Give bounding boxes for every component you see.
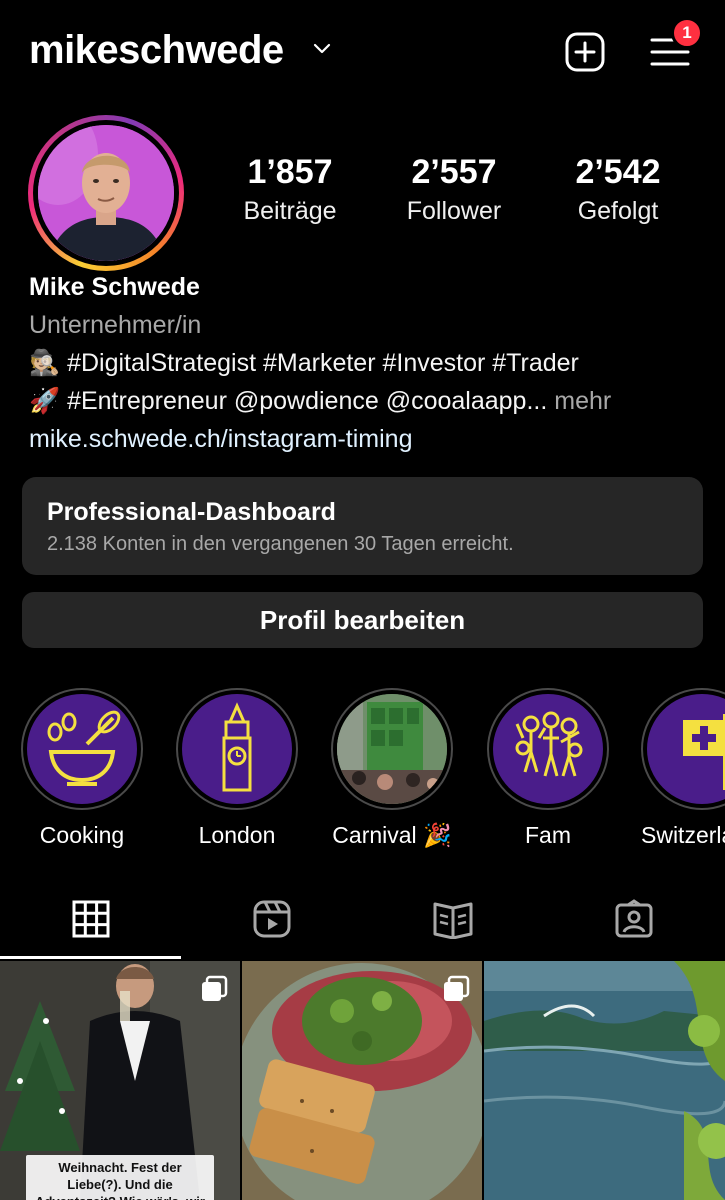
avatar xyxy=(38,125,174,261)
tab-grid[interactable] xyxy=(0,880,181,958)
carnival-photo xyxy=(337,694,447,804)
display-name: Mike Schwede xyxy=(29,273,200,301)
bio-line: 🚀 #Entrepreneur @powdience @cooalaapp...… xyxy=(29,382,719,420)
stat-value: 1’857 xyxy=(247,153,333,191)
highlight-switzerland[interactable]: Switzerla xyxy=(641,688,725,849)
stat-label: Beiträge xyxy=(243,197,337,225)
bio-line: 🕵🏼 #DigitalStrategist #Marketer #Investo… xyxy=(29,349,579,377)
post-caption: Weihnacht. Fest der Liebe(?). Und die Ad… xyxy=(26,1155,214,1200)
stat-value: 2’557 xyxy=(411,153,497,191)
professional-dashboard-card[interactable]: Professional-Dashboard 2.138 Konten in d… xyxy=(22,477,703,575)
grid-icon xyxy=(72,900,109,938)
account-username[interactable]: mikeschwede xyxy=(29,28,284,73)
profile-link[interactable]: mike.schwede.ch/instagram-timing xyxy=(29,420,719,458)
new-post-icon[interactable] xyxy=(563,30,607,74)
top-bar: mikeschwede 1 xyxy=(0,0,725,100)
stat-label: Follower xyxy=(406,197,502,225)
highlight-label: Cooking xyxy=(39,822,125,848)
stat-value: 2’542 xyxy=(575,153,661,191)
guide-icon xyxy=(433,902,472,939)
chevron-down-icon[interactable] xyxy=(312,42,332,56)
tab-reels[interactable] xyxy=(181,880,362,958)
bio-text: 🚀 #Entrepreneur @powdience @cooalaapp... xyxy=(29,387,548,415)
tab-tagged[interactable] xyxy=(543,880,724,958)
post-image xyxy=(484,961,725,1200)
highlight-london[interactable]: London xyxy=(175,688,299,849)
stat-label: Gefolgt xyxy=(577,197,659,225)
highlight-label: Carnival 🎉 xyxy=(332,822,452,848)
profile-category: Unternehmer/in xyxy=(29,311,202,339)
notification-badge: 1 xyxy=(671,17,703,49)
profile-bio: Mike Schwede Unternehmer/in 🕵🏼 #DigitalS… xyxy=(29,268,719,458)
dashboard-subtitle: 2.138 Konten in den vergangenen 30 Tagen… xyxy=(47,533,514,555)
dashboard-title: Professional-Dashboard xyxy=(47,498,336,526)
tagged-icon xyxy=(615,899,652,938)
stat-following[interactable]: 2’542 Gefolgt xyxy=(538,150,698,228)
post-thumbnail[interactable] xyxy=(242,961,482,1200)
post-thumbnail[interactable]: Weihnacht. Fest der Liebe(?). Und die Ad… xyxy=(0,961,240,1200)
highlight-cooking[interactable]: Cooking xyxy=(20,688,144,849)
stat-followers[interactable]: 2’557 Follower xyxy=(374,150,534,228)
profile-tabs xyxy=(0,880,725,958)
family-icon xyxy=(493,694,603,804)
avatar-photo xyxy=(38,125,174,261)
carousel-icon xyxy=(202,975,228,1001)
active-tab-indicator xyxy=(0,956,181,959)
carousel-icon xyxy=(444,975,470,1001)
big-ben-icon xyxy=(182,694,292,804)
highlight-label: Switzerla xyxy=(641,822,725,848)
post-thumbnail[interactable] xyxy=(484,961,725,1200)
stat-posts[interactable]: 1’857 Beiträge xyxy=(210,150,370,228)
cooking-bowl-icon xyxy=(27,694,137,804)
reels-icon xyxy=(253,900,290,938)
post-grid: Weihnacht. Fest der Liebe(?). Und die Ad… xyxy=(0,961,725,1200)
highlight-carnival[interactable]: Carnival 🎉 xyxy=(330,688,454,849)
edit-profile-button[interactable]: Profil bearbeiten xyxy=(22,592,703,648)
more-link[interactable]: mehr xyxy=(554,387,611,415)
highlight-label: London xyxy=(198,822,276,848)
tab-guides[interactable] xyxy=(362,880,543,958)
highlight-label: Fam xyxy=(525,822,571,848)
swiss-flag-icon xyxy=(647,694,725,804)
story-ring[interactable] xyxy=(28,115,184,271)
highlight-fam[interactable]: Fam xyxy=(486,688,610,849)
